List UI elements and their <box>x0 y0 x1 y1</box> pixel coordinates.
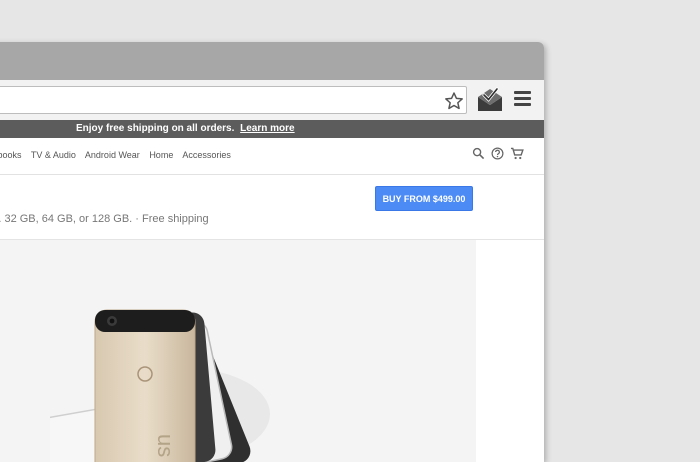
nav-item-accessories[interactable]: Accessories <box>182 150 231 160</box>
nav-item-tv-audio[interactable]: TV & Audio <box>31 150 76 160</box>
nav-item-android-wear[interactable]: Android Wear <box>85 150 140 160</box>
buy-button[interactable]: BUY FROM $499.00 <box>375 186 473 211</box>
browser-toolbar <box>0 80 544 121</box>
hero-side-panel <box>476 240 544 462</box>
help-icon[interactable] <box>491 147 504 165</box>
browser-menu-icon[interactable] <box>514 88 532 110</box>
svg-text:us: us <box>153 434 178 457</box>
inbox-extension-icon[interactable] <box>476 84 504 114</box>
nav-item-chromebooks[interactable]: omebooks <box>0 150 22 160</box>
store-nav: omebooks TV & Audio Android Wear Home Ac… <box>0 138 544 175</box>
product-description: rost. 32 GB, 64 GB, or 128 GB. · Free sh… <box>0 213 209 225</box>
browser-titlebar <box>0 42 544 80</box>
nav-item-home[interactable]: Home <box>149 150 173 160</box>
shipping-banner: Enjoy free shipping on all orders. Learn… <box>0 120 544 138</box>
phone-product-image: us <box>50 309 270 462</box>
banner-text: Enjoy free shipping on all orders. <box>76 123 235 134</box>
browser-window: Enjoy free shipping on all orders. Learn… <box>0 42 544 462</box>
search-icon[interactable] <box>472 147 485 165</box>
bookmark-star-icon[interactable] <box>442 87 466 115</box>
address-bar[interactable] <box>0 86 467 114</box>
cart-icon[interactable] <box>510 147 524 165</box>
product-hero: us <box>0 240 476 462</box>
product-header: rost. 32 GB, 64 GB, or 128 GB. · Free sh… <box>0 175 544 240</box>
learn-more-link[interactable]: Learn more <box>240 123 294 134</box>
